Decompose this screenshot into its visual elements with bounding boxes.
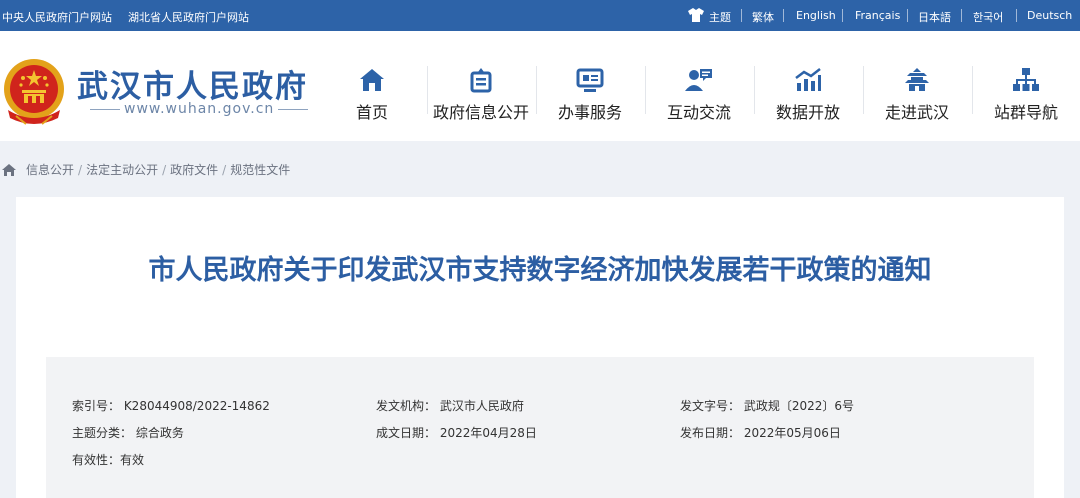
nav-label: 首页 [355,103,388,122]
lang-korean[interactable]: 한국어 [973,9,1003,25]
lang-english[interactable]: English [796,9,836,22]
site-header: 武汉市人民政府 www.wuhan.gov.cn 首页 政府信息公开 办事服务 [0,31,1080,141]
lang-traditional[interactable]: 繁体 [752,9,774,25]
meta-index-no: 索引号： K28044908/2022-14862 [72,399,270,413]
meta-validity: 有效性：有效 [72,453,145,467]
meta-doc-no: 发文字号： 武政规〔2022〕6号 [680,399,854,413]
divider [907,9,908,22]
breadcrumb-separator: / [222,162,227,177]
top-bar: 中央人民政府门户网站 湖北省人民政府门户网站 主题 繁体 English Fra… [0,0,1080,31]
breadcrumb-legal-public[interactable]: 法定主动公开 [86,161,158,178]
decor-line [90,108,120,110]
nav-label: 数据开放 [775,103,840,122]
breadcrumb-separator: / [78,162,83,177]
nav-site-group[interactable]: 站群导航 [972,31,1080,141]
nav-home[interactable]: 首页 [318,31,426,141]
nav-label: 政府信息公开 [432,103,529,122]
central-gov-link[interactable]: 中央人民政府门户网站 [2,9,112,25]
national-emblem-icon[interactable] [2,58,66,126]
lang-french[interactable]: Français [855,9,900,22]
breadcrumb-normative-docs[interactable]: 规范性文件 [230,161,290,178]
service-icon [576,68,604,92]
theme-link[interactable]: 主题 [709,9,731,25]
nav-label: 办事服务 [557,103,622,122]
nav-data-open[interactable]: 数据开放 [754,31,862,141]
breadcrumb-bar: 信息公开 / 法定主动公开 / 政府文件 / 规范性文件 [0,141,1080,197]
lang-japanese[interactable]: 日本語 [918,9,951,25]
home-icon [360,69,384,91]
breadcrumb-separator: / [162,162,167,177]
lang-german[interactable]: Deutsch [1027,9,1072,22]
nav-label: 走进武汉 [884,103,949,122]
nav-label: 站群导航 [993,103,1058,122]
document-meta-box: 索引号： K28044908/2022-14862 发文机构： 武汉市人民政府 … [46,357,1034,498]
site-title[interactable]: 武汉市人民政府 [77,61,308,106]
breadcrumb-info-public[interactable]: 信息公开 [26,161,74,178]
article-panel: 市人民政府关于印发武汉市支持数字经济加快发展若干政策的通知 索引号： K2804… [16,197,1064,498]
divider [842,9,843,22]
breadcrumb-gov-docs[interactable]: 政府文件 [170,161,218,178]
nav-service[interactable]: 办事服务 [536,31,644,141]
sitemap-icon [1013,68,1039,91]
meta-created-date: 成文日期： 2022年04月28日 [376,426,537,440]
nav-interaction[interactable]: 互动交流 [645,31,753,141]
chart-icon [795,68,821,91]
divider [1016,9,1017,22]
home-icon[interactable] [1,163,17,177]
tower-icon [905,68,929,91]
meta-category: 主题分类： 综合政务 [72,426,184,440]
nav-info-disclosure[interactable]: 政府信息公开 [427,31,535,141]
divider [961,9,962,22]
site-url-text: www.wuhan.gov.cn [124,101,275,117]
meta-issuer: 发文机构： 武汉市人民政府 [376,399,524,413]
interaction-icon [685,69,712,91]
divider [783,9,784,22]
site-url: www.wuhan.gov.cn [86,101,312,117]
decor-line [278,108,309,110]
article-title: 市人民政府关于印发武汉市支持数字经济加快发展若干政策的通知 [148,255,932,286]
province-gov-link[interactable]: 湖北省人民政府门户网站 [128,9,249,25]
nav-label: 互动交流 [666,103,731,122]
meta-published-date: 发布日期： 2022年05月06日 [680,426,841,440]
divider [741,9,742,22]
nav-visit-wuhan[interactable]: 走进武汉 [863,31,971,141]
info-disclosure-icon [470,68,492,93]
breadcrumb: 信息公开 / 法定主动公开 / 政府文件 / 规范性文件 [0,161,290,178]
theme-shirt-icon[interactable] [688,8,704,22]
